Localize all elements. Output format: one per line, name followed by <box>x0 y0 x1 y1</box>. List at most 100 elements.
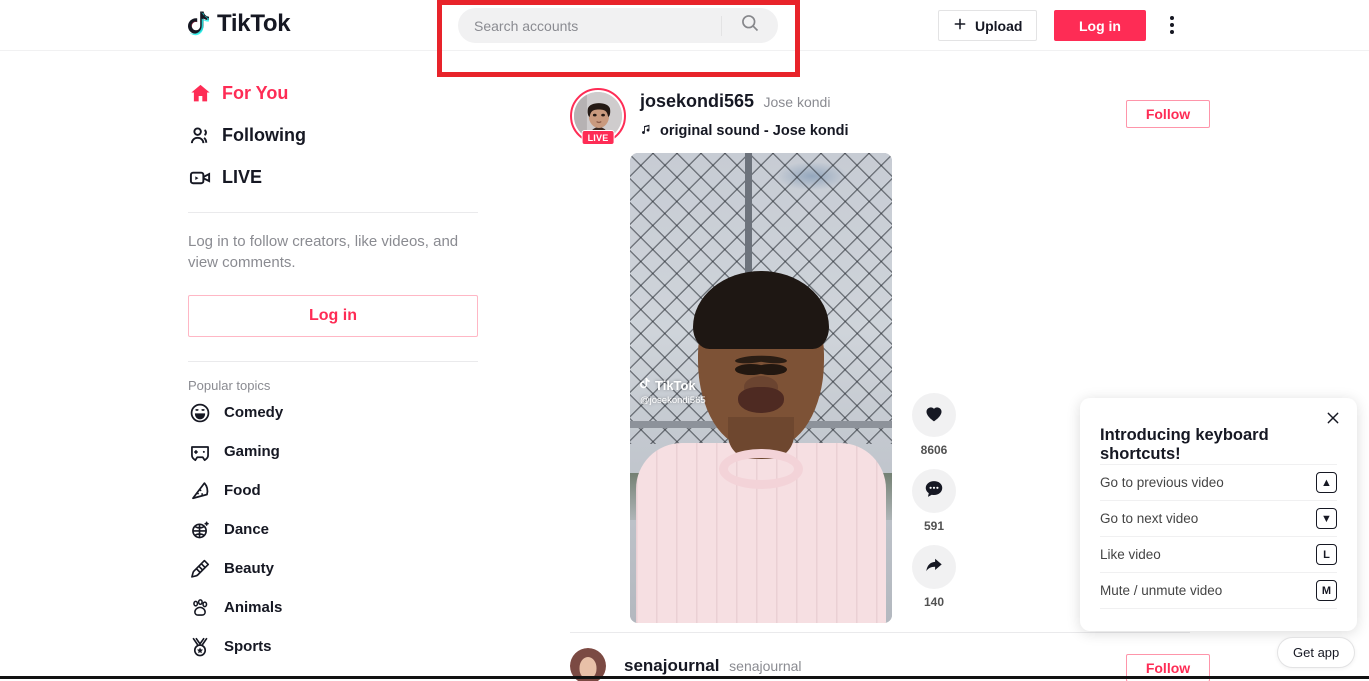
sidebar-item-live[interactable]: LIVE <box>188 156 478 198</box>
shortcut-label-previous-video: Go to previous video <box>1100 475 1224 490</box>
like-action: 8606 <box>912 393 956 457</box>
people-icon <box>188 123 212 147</box>
heart-icon <box>923 402 945 429</box>
comment-button[interactable] <box>912 469 956 513</box>
topic-item-comedy[interactable]: Comedy <box>188 393 478 432</box>
search-button[interactable] <box>722 8 778 43</box>
plus-icon <box>953 17 967 34</box>
sidebar-login-button[interactable]: Log in <box>188 295 478 337</box>
sidebar-label-live: LIVE <box>222 166 263 187</box>
watermark-tiktok-note-icon <box>640 377 651 393</box>
popup-title: Introducing keyboard shortcuts! <box>1100 426 1269 463</box>
sidebar-label-following: Following <box>222 124 306 145</box>
post-nickname-2: senajournal <box>729 658 802 674</box>
post-username-row-2: senajournal senajournal <box>624 656 802 676</box>
topic-label-dance: Dance <box>224 521 270 538</box>
topic-label-food: Food <box>224 482 261 499</box>
topic-item-dance[interactable]: Dance <box>188 510 478 549</box>
share-button[interactable] <box>912 545 956 589</box>
sidebar-divider-1 <box>188 212 478 213</box>
follow-button[interactable]: Follow <box>1126 100 1210 128</box>
sidebar-label-for-you: For You <box>222 82 289 103</box>
topic-item-gaming[interactable]: Gaming <box>188 432 478 471</box>
close-icon[interactable] <box>1325 410 1341 426</box>
sweater-collar <box>719 449 803 489</box>
tiktok-wordmark: TikTok <box>217 10 291 37</box>
upload-label: Upload <box>975 17 1023 34</box>
popular-topics-title: Popular topics <box>188 378 271 393</box>
live-video-icon <box>188 165 212 189</box>
video-actions: 8606 591 140 <box>912 393 956 623</box>
makeup-brush-icon <box>188 557 212 581</box>
sidebar-item-following[interactable]: Following <box>188 114 478 156</box>
pizza-slice-icon <box>188 479 212 503</box>
sidebar-item-for-you[interactable]: For You <box>188 72 478 114</box>
topic-item-sports[interactable]: Sports <box>188 627 478 666</box>
post-header: LIVE josekondi565 Jose kondi original so… <box>570 88 1210 145</box>
topic-label-comedy: Comedy <box>224 404 284 421</box>
video-watermark: TikTok @josekondi565 <box>640 377 706 406</box>
post-username-2[interactable]: senajournal <box>624 656 719 675</box>
comment-count: 591 <box>923 519 945 533</box>
video-player[interactable]: TikTok @josekondi565 <box>630 153 892 623</box>
post-username[interactable]: josekondi565 <box>640 91 754 111</box>
like-button[interactable] <box>912 393 956 437</box>
bottom-edge <box>0 676 1369 679</box>
topic-item-food[interactable]: Food <box>188 471 478 510</box>
shortcut-label-like-video: Like video <box>1100 547 1161 562</box>
home-icon <box>188 81 212 105</box>
post-music-row[interactable]: original sound - Jose kondi <box>640 122 849 140</box>
search-icon <box>740 13 760 38</box>
keyboard-shortcuts-popup: Introducing keyboard shortcuts! Go to pr… <box>1080 398 1357 631</box>
sidebar-login-note: Log in to follow creators, like videos, … <box>188 233 459 271</box>
upload-button[interactable]: Upload <box>938 10 1038 41</box>
disco-ball-icon <box>188 518 212 542</box>
topic-item-beauty[interactable]: Beauty <box>188 549 478 588</box>
topic-item-animals[interactable]: Animals <box>188 588 478 627</box>
shortcut-row-next-video: Go to next video ▼ <box>1100 500 1337 536</box>
laugh-face-icon <box>188 401 212 425</box>
comment-icon <box>923 478 945 505</box>
shortcut-key-l: L <box>1316 544 1337 565</box>
topic-label-animals: Animals <box>224 599 283 616</box>
topic-label-sports: Sports <box>224 638 272 655</box>
post-music-title: original sound - Jose kondi <box>660 123 849 139</box>
search-input[interactable] <box>458 17 721 34</box>
shortcut-list-end-divider <box>1100 608 1337 609</box>
like-count: 8606 <box>920 443 948 457</box>
shortcut-row-previous-video: Go to previous video ▲ <box>1100 464 1337 500</box>
shortcut-key-m: M <box>1316 580 1337 601</box>
shortcut-label-next-video: Go to next video <box>1100 511 1199 526</box>
comment-action: 591 <box>912 469 956 533</box>
feed-separator <box>570 632 1190 633</box>
header-login-button[interactable]: Log in <box>1054 10 1146 41</box>
topic-label-beauty: Beauty <box>224 560 275 577</box>
shortcut-row-like-video: Like video L <box>1100 536 1337 572</box>
shortcut-row-mute-video: Mute / unmute video M <box>1100 572 1337 608</box>
topic-label-gaming: Gaming <box>224 443 280 460</box>
shortcut-label-mute-video: Mute / unmute video <box>1100 583 1223 598</box>
post-meta: josekondi565 Jose kondi original sound -… <box>640 88 849 140</box>
app-header: TikTok Upload Log in <box>0 0 1369 51</box>
post-username-row: josekondi565 Jose kondi <box>640 91 849 112</box>
sidebar-divider-2 <box>188 361 478 362</box>
share-action: 140 <box>912 545 956 609</box>
shortcut-key-arrow-down: ▼ <box>1316 508 1337 529</box>
medal-icon <box>188 635 212 659</box>
person-sweater <box>636 417 886 623</box>
kebab-menu-icon[interactable] <box>1163 13 1181 37</box>
tiktok-page: TikTok Upload Log in <box>0 0 1369 681</box>
live-badge: LIVE <box>581 130 615 145</box>
gamepad-icon <box>188 440 212 464</box>
tiktok-note-icon <box>188 10 212 37</box>
search-box[interactable] <box>458 8 778 43</box>
get-app-button[interactable]: Get app <box>1277 637 1356 668</box>
paw-print-icon <box>188 596 212 620</box>
avatar[interactable]: LIVE <box>570 88 626 145</box>
sidebar: For You Following LIVE Log in to follow … <box>188 72 478 666</box>
share-count: 140 <box>923 595 945 609</box>
tiktok-logo[interactable]: TikTok <box>188 10 291 37</box>
share-icon <box>923 554 945 581</box>
shortcut-key-arrow-up: ▲ <box>1316 472 1337 493</box>
post-nickname: Jose kondi <box>763 94 831 110</box>
